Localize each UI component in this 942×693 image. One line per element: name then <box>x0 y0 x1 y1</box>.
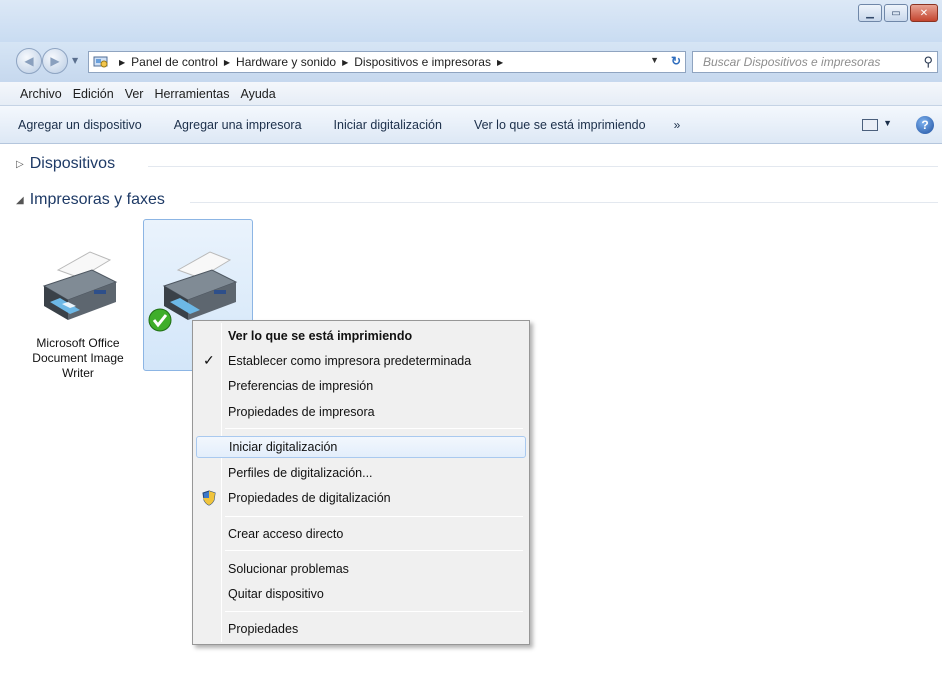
printer-name-line: Document Image <box>32 351 124 365</box>
menu-item-see-printing[interactable]: Ver lo que se está imprimiendo <box>196 325 526 347</box>
control-panel-icon <box>93 56 108 68</box>
collapse-arrow-icon[interactable]: ◢ <box>16 195 24 206</box>
menu-item-printing-preferences[interactable]: Preferencias de impresión <box>196 375 526 397</box>
maximize-icon[interactable]: ▭ <box>884 4 908 22</box>
more-commands-button[interactable]: » <box>674 118 681 132</box>
group-header-printers[interactable]: ◢ Impresoras y faxes <box>16 191 165 209</box>
address-dropdown-icon[interactable]: ▼ <box>650 55 659 65</box>
address-bar[interactable]: ▶ Panel de control ▶ Hardware y sonido ▶ D… <box>88 51 686 73</box>
check-icon: ✓ <box>203 352 215 368</box>
menu-bar: Archivo Edición Ver Herramientas Ayuda <box>0 82 942 106</box>
menu-item-printer-properties[interactable]: Propiedades de impresora <box>196 401 526 423</box>
view-options-chevron-icon[interactable]: ▼ <box>883 118 892 128</box>
printer-microsoft-office-document-image-writer[interactable]: Microsoft Office Document Image Writer <box>28 240 128 390</box>
search-input[interactable]: Buscar Dispositivos e impresoras ⚲ <box>692 51 938 73</box>
see-printing-button[interactable]: Ver lo que se está imprimiendo <box>474 118 646 132</box>
group-header-devices[interactable]: ▷ Dispositivos <box>16 155 115 173</box>
breadcrumb-devices-printers[interactable]: Dispositivos e impresoras ▶ <box>354 55 509 69</box>
menu-separator <box>225 516 523 517</box>
navigation-bar: ◀ ▶ ▼ ▶ Panel de control ▶ Hardware y son… <box>0 42 942 82</box>
expand-arrow-icon[interactable]: ▷ <box>16 159 24 170</box>
printer-icon <box>42 251 118 320</box>
menu-separator <box>225 550 523 551</box>
start-scan-button[interactable]: Iniciar digitalización <box>334 118 442 132</box>
add-device-button[interactable]: Agregar un dispositivo <box>18 118 142 132</box>
breadcrumb-control-panel[interactable]: Panel de control ▶ <box>131 55 236 69</box>
forward-button[interactable]: ▶ <box>42 48 68 74</box>
menu-item-scan-properties[interactable]: Propiedades de digitalización <box>196 487 526 509</box>
help-icon[interactable]: ? <box>916 116 934 134</box>
command-bar: Agregar un dispositivo Agregar una impre… <box>0 106 942 144</box>
group-divider <box>148 166 938 167</box>
menu-item-scan-profiles[interactable]: Perfiles de digitalización... <box>196 462 526 484</box>
breadcrumb-arrow-icon: ▶ <box>496 57 504 67</box>
menu-ayuda[interactable]: Ayuda <box>240 87 275 101</box>
refresh-icon[interactable]: ↻ <box>671 54 681 68</box>
menu-item-create-shortcut[interactable]: Crear acceso directo <box>196 523 526 545</box>
recent-pages-chevron-icon[interactable]: ▼ <box>72 56 78 65</box>
printer-name-line: Writer <box>62 366 94 380</box>
back-button[interactable]: ◀ <box>16 48 42 74</box>
menu-item-troubleshoot[interactable]: Solucionar problemas <box>196 558 526 580</box>
title-bar: ▁ ▭ ✕ <box>0 0 942 42</box>
menu-item-set-default-printer[interactable]: ✓ Establecer como impresora predetermina… <box>196 350 526 372</box>
menu-item-remove-device[interactable]: Quitar dispositivo <box>196 583 526 605</box>
breadcrumb-arrow-icon: ▶ <box>119 57 126 67</box>
minimize-icon[interactable]: ▁ <box>858 4 882 22</box>
menu-archivo[interactable]: Archivo <box>20 87 62 101</box>
search-icon[interactable]: ⚲ <box>923 54 933 70</box>
breadcrumb-hardware-sound[interactable]: Hardware y sonido ▶ <box>236 55 354 69</box>
group-divider <box>190 202 938 203</box>
change-view-icon[interactable] <box>862 119 878 131</box>
breadcrumb-arrow-icon: ▶ <box>342 57 349 67</box>
uac-shield-icon <box>202 490 216 506</box>
context-menu: Ver lo que se está imprimiendo ✓ Estable… <box>192 320 530 645</box>
search-placeholder: Buscar Dispositivos e impresoras <box>703 55 881 69</box>
printer-name-line: Microsoft Office <box>36 336 120 350</box>
menu-item-start-scan[interactable]: Iniciar digitalización <box>196 436 526 458</box>
default-printer-check-icon <box>148 308 172 332</box>
breadcrumb-arrow-icon: ▶ <box>223 57 231 67</box>
add-printer-button[interactable]: Agregar una impresora <box>174 118 302 132</box>
menu-edicion[interactable]: Edición <box>73 87 114 101</box>
menu-herramientas[interactable]: Herramientas <box>154 87 229 101</box>
menu-separator <box>225 428 523 429</box>
menu-ver[interactable]: Ver <box>125 87 144 101</box>
window-controls: ▁ ▭ ✕ <box>858 4 938 22</box>
menu-separator <box>225 611 523 612</box>
menu-item-properties[interactable]: Propiedades <box>196 618 526 640</box>
close-icon[interactable]: ✕ <box>910 4 938 22</box>
